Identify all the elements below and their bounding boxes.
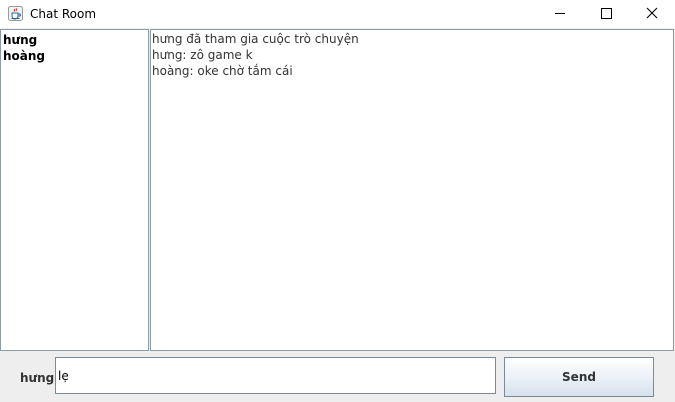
send-button[interactable]: Send: [504, 357, 654, 397]
close-button[interactable]: [629, 0, 675, 28]
current-username-label: hưng: [20, 371, 55, 385]
chat-message: hoàng: oke chờ tắm cái: [152, 64, 293, 78]
maximize-button[interactable]: [583, 0, 629, 28]
user-list-item[interactable]: hoàng: [1, 48, 148, 64]
window-title: Chat Room: [30, 7, 97, 21]
chat-messages-area[interactable]: hưng đã tham gia cuộc trò chuyện hưng: z…: [150, 29, 674, 351]
chat-message: hưng đã tham gia cuộc trò chuyện: [152, 32, 359, 46]
minimize-button[interactable]: [537, 0, 583, 28]
chat-room-window: Chat Room hưng hoàng hưng đã tham gia cu…: [0, 0, 675, 402]
title-bar[interactable]: Chat Room: [0, 0, 675, 28]
online-users-list[interactable]: hưng hoàng: [0, 29, 149, 351]
message-input[interactable]: [55, 357, 496, 394]
java-cup-icon: [8, 6, 23, 21]
maximize-icon: [601, 8, 612, 19]
minimize-icon: [555, 13, 565, 14]
close-icon: [646, 7, 658, 19]
user-list-item[interactable]: hưng: [1, 32, 148, 48]
chat-message: hưng: zô game k: [152, 48, 253, 62]
